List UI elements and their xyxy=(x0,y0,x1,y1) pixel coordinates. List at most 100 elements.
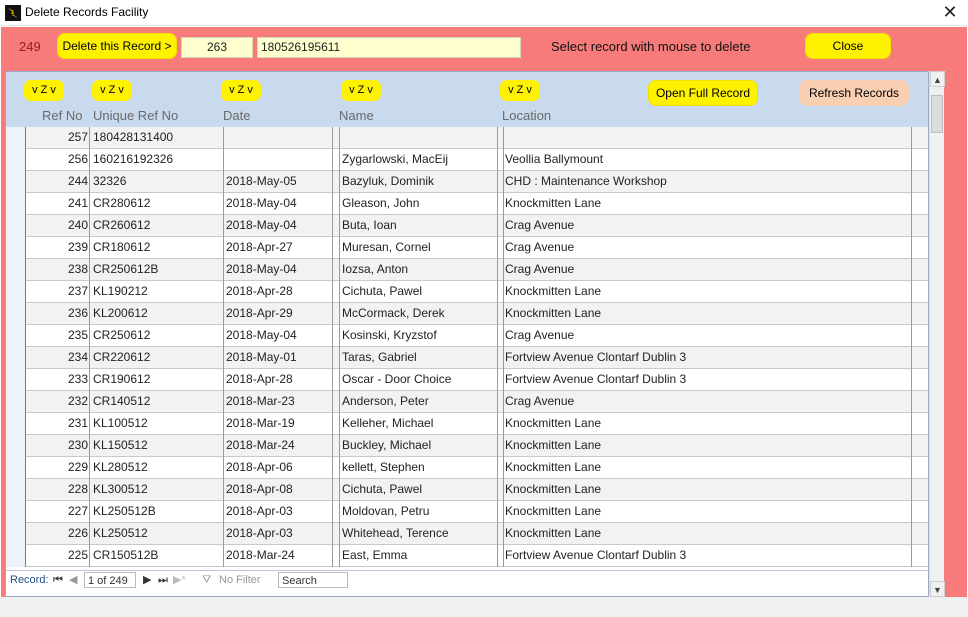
cell-unique[interactable]: CR190612 xyxy=(93,369,218,391)
sort-name-button[interactable]: v Z v xyxy=(341,80,381,101)
cell-name[interactable]: Kosinski, Kryzstof xyxy=(342,325,497,347)
cell-name[interactable]: Zygarlowski, MacEij xyxy=(342,149,497,171)
cell-ref[interactable]: 233 xyxy=(28,369,88,391)
table-row[interactable]: 239 CR180612 2018-Apr-27 Muresan, Cornel Cra… xyxy=(6,237,928,259)
cell-unique[interactable]: KL250512 xyxy=(93,523,218,545)
table-row[interactable]: 232 CR140512 2018-Mar-23 Anderson, Peter Cra… xyxy=(6,391,928,413)
cell-location[interactable]: Veollia Ballymount xyxy=(505,149,910,171)
cell-unique[interactable]: 180428131400 xyxy=(93,127,218,149)
cell-name[interactable]: Bazyluk, Dominik xyxy=(342,171,497,193)
table-row[interactable]: 234 CR220612 2018-May-01 Taras, Gabriel Fort… xyxy=(6,347,928,369)
cell-ref[interactable]: 237 xyxy=(28,281,88,303)
cell-date[interactable]: 2018-May-04 xyxy=(226,259,331,281)
row-selector[interactable] xyxy=(6,413,26,435)
prev-record-icon[interactable]: ◀ xyxy=(69,572,77,588)
cell-date[interactable]: 2018-Apr-29 xyxy=(226,303,331,325)
cell-ref[interactable]: 231 xyxy=(28,413,88,435)
cell-date[interactable]: 2018-Apr-28 xyxy=(226,369,331,391)
selected-ref-field[interactable]: 263 xyxy=(181,37,253,58)
cell-ref[interactable]: 230 xyxy=(28,435,88,457)
cell-date[interactable]: 2018-Apr-03 xyxy=(226,523,331,545)
cell-name[interactable]: Cichuta, Pawel xyxy=(342,479,497,501)
row-selector[interactable] xyxy=(6,149,26,171)
sort-unique-button[interactable]: v Z v xyxy=(92,80,132,101)
row-selector[interactable] xyxy=(6,237,26,259)
row-selector[interactable] xyxy=(6,435,26,457)
cell-ref[interactable]: 256 xyxy=(28,149,88,171)
table-row[interactable]: 241 CR280612 2018-May-04 Gleason, John Knock… xyxy=(6,193,928,215)
scroll-thumb[interactable] xyxy=(931,95,943,133)
cell-location[interactable]: Knockmitten Lane xyxy=(505,501,910,523)
cell-location[interactable]: Knockmitten Lane xyxy=(505,479,910,501)
cell-location[interactable]: Fortview Avenue Clontarf Dublin 3 xyxy=(505,347,910,369)
row-selector[interactable] xyxy=(6,281,26,303)
cell-name[interactable]: Kelleher, Michael xyxy=(342,413,497,435)
cell-name[interactable]: Cichuta, Pawel xyxy=(342,281,497,303)
cell-unique[interactable]: 160216192326 xyxy=(93,149,218,171)
cell-unique[interactable]: CR150512B xyxy=(93,545,218,567)
cell-ref[interactable]: 239 xyxy=(28,237,88,259)
last-record-icon[interactable]: ⏭ xyxy=(158,572,168,588)
cell-unique[interactable]: CR220612 xyxy=(93,347,218,369)
row-selector[interactable] xyxy=(6,171,26,193)
table-row[interactable]: 237 KL190212 2018-Apr-28 Cichuta, Pawel Knoc… xyxy=(6,281,928,303)
row-selector[interactable] xyxy=(6,347,26,369)
cell-unique[interactable]: CR140512 xyxy=(93,391,218,413)
cell-unique[interactable]: CR250612B xyxy=(93,259,218,281)
cell-location[interactable]: Knockmitten Lane xyxy=(505,413,910,435)
cell-ref[interactable]: 227 xyxy=(28,501,88,523)
cell-unique[interactable]: 32326 xyxy=(93,171,218,193)
row-selector[interactable] xyxy=(6,457,26,479)
table-row[interactable]: 256 160216192326 Zygarlowski, MacEij Veolli… xyxy=(6,149,928,171)
row-selector[interactable] xyxy=(6,303,26,325)
row-selector[interactable] xyxy=(6,215,26,237)
cell-date[interactable]: 2018-Apr-08 xyxy=(226,479,331,501)
cell-name[interactable]: Iozsa, Anton xyxy=(342,259,497,281)
table-row[interactable]: 235 CR250612 2018-May-04 Kosinski, Kryzstof… xyxy=(6,325,928,347)
cell-ref[interactable]: 240 xyxy=(28,215,88,237)
cell-date[interactable]: 2018-Apr-28 xyxy=(226,281,331,303)
cell-date[interactable]: 2018-Mar-23 xyxy=(226,391,331,413)
cell-name[interactable]: kellett, Stephen xyxy=(342,457,497,479)
cell-location[interactable]: Knockmitten Lane xyxy=(505,303,910,325)
cell-name[interactable]: Oscar - Door Choice xyxy=(342,369,497,391)
cell-date[interactable]: 2018-May-01 xyxy=(226,347,331,369)
next-record-icon[interactable]: ▶ xyxy=(143,572,151,588)
cell-name[interactable]: Muresan, Cornel xyxy=(342,237,497,259)
cell-ref[interactable]: 225 xyxy=(28,545,88,567)
cell-ref[interactable]: 228 xyxy=(28,479,88,501)
cell-name[interactable]: McCormack, Derek xyxy=(342,303,497,325)
cell-name[interactable]: Buta, Ioan xyxy=(342,215,497,237)
vertical-scrollbar[interactable]: ▲ ▼ xyxy=(929,71,945,597)
cell-unique[interactable]: KL200612 xyxy=(93,303,218,325)
cell-location[interactable]: Crag Avenue xyxy=(505,237,910,259)
row-selector[interactable] xyxy=(6,259,26,281)
cell-ref[interactable]: 257 xyxy=(28,127,88,149)
table-row[interactable]: 226 KL250512 2018-Apr-03 Whitehead, Terence… xyxy=(6,523,928,545)
scroll-up-icon[interactable]: ▲ xyxy=(930,71,945,87)
cell-date[interactable]: 2018-Apr-06 xyxy=(226,457,331,479)
cell-date[interactable]: 2018-Mar-24 xyxy=(226,545,331,567)
row-selector[interactable] xyxy=(6,479,26,501)
cell-unique[interactable]: KL300512 xyxy=(93,479,218,501)
cell-location[interactable]: Knockmitten Lane xyxy=(505,281,910,303)
cell-unique[interactable]: CR250612 xyxy=(93,325,218,347)
cell-location[interactable]: Knockmitten Lane xyxy=(505,457,910,479)
delete-record-button[interactable]: Delete this Record > xyxy=(57,33,177,59)
cell-date[interactable]: 2018-Apr-03 xyxy=(226,501,331,523)
table-row[interactable]: 229 KL280512 2018-Apr-06 kellett, Stephen Kn… xyxy=(6,457,928,479)
cell-ref[interactable]: 229 xyxy=(28,457,88,479)
window-close-button[interactable]: ✕ xyxy=(932,0,968,26)
table-row[interactable]: 257 180428131400 xyxy=(6,127,928,149)
table-row[interactable]: 227 KL250512B 2018-Apr-03 Moldovan, Petru Kn… xyxy=(6,501,928,523)
open-full-record-button[interactable]: Open Full Record xyxy=(648,80,758,106)
row-selector[interactable] xyxy=(6,391,26,413)
no-filter-label[interactable]: No Filter xyxy=(219,572,261,588)
cell-date[interactable]: 2018-Mar-19 xyxy=(226,413,331,435)
cell-ref[interactable]: 235 xyxy=(28,325,88,347)
cell-date[interactable] xyxy=(226,127,331,149)
selected-unique-ref-field[interactable]: 180526195611 xyxy=(257,37,521,58)
row-selector[interactable] xyxy=(6,127,26,149)
cell-ref[interactable]: 226 xyxy=(28,523,88,545)
cell-location[interactable]: Fortview Avenue Clontarf Dublin 3 xyxy=(505,369,910,391)
